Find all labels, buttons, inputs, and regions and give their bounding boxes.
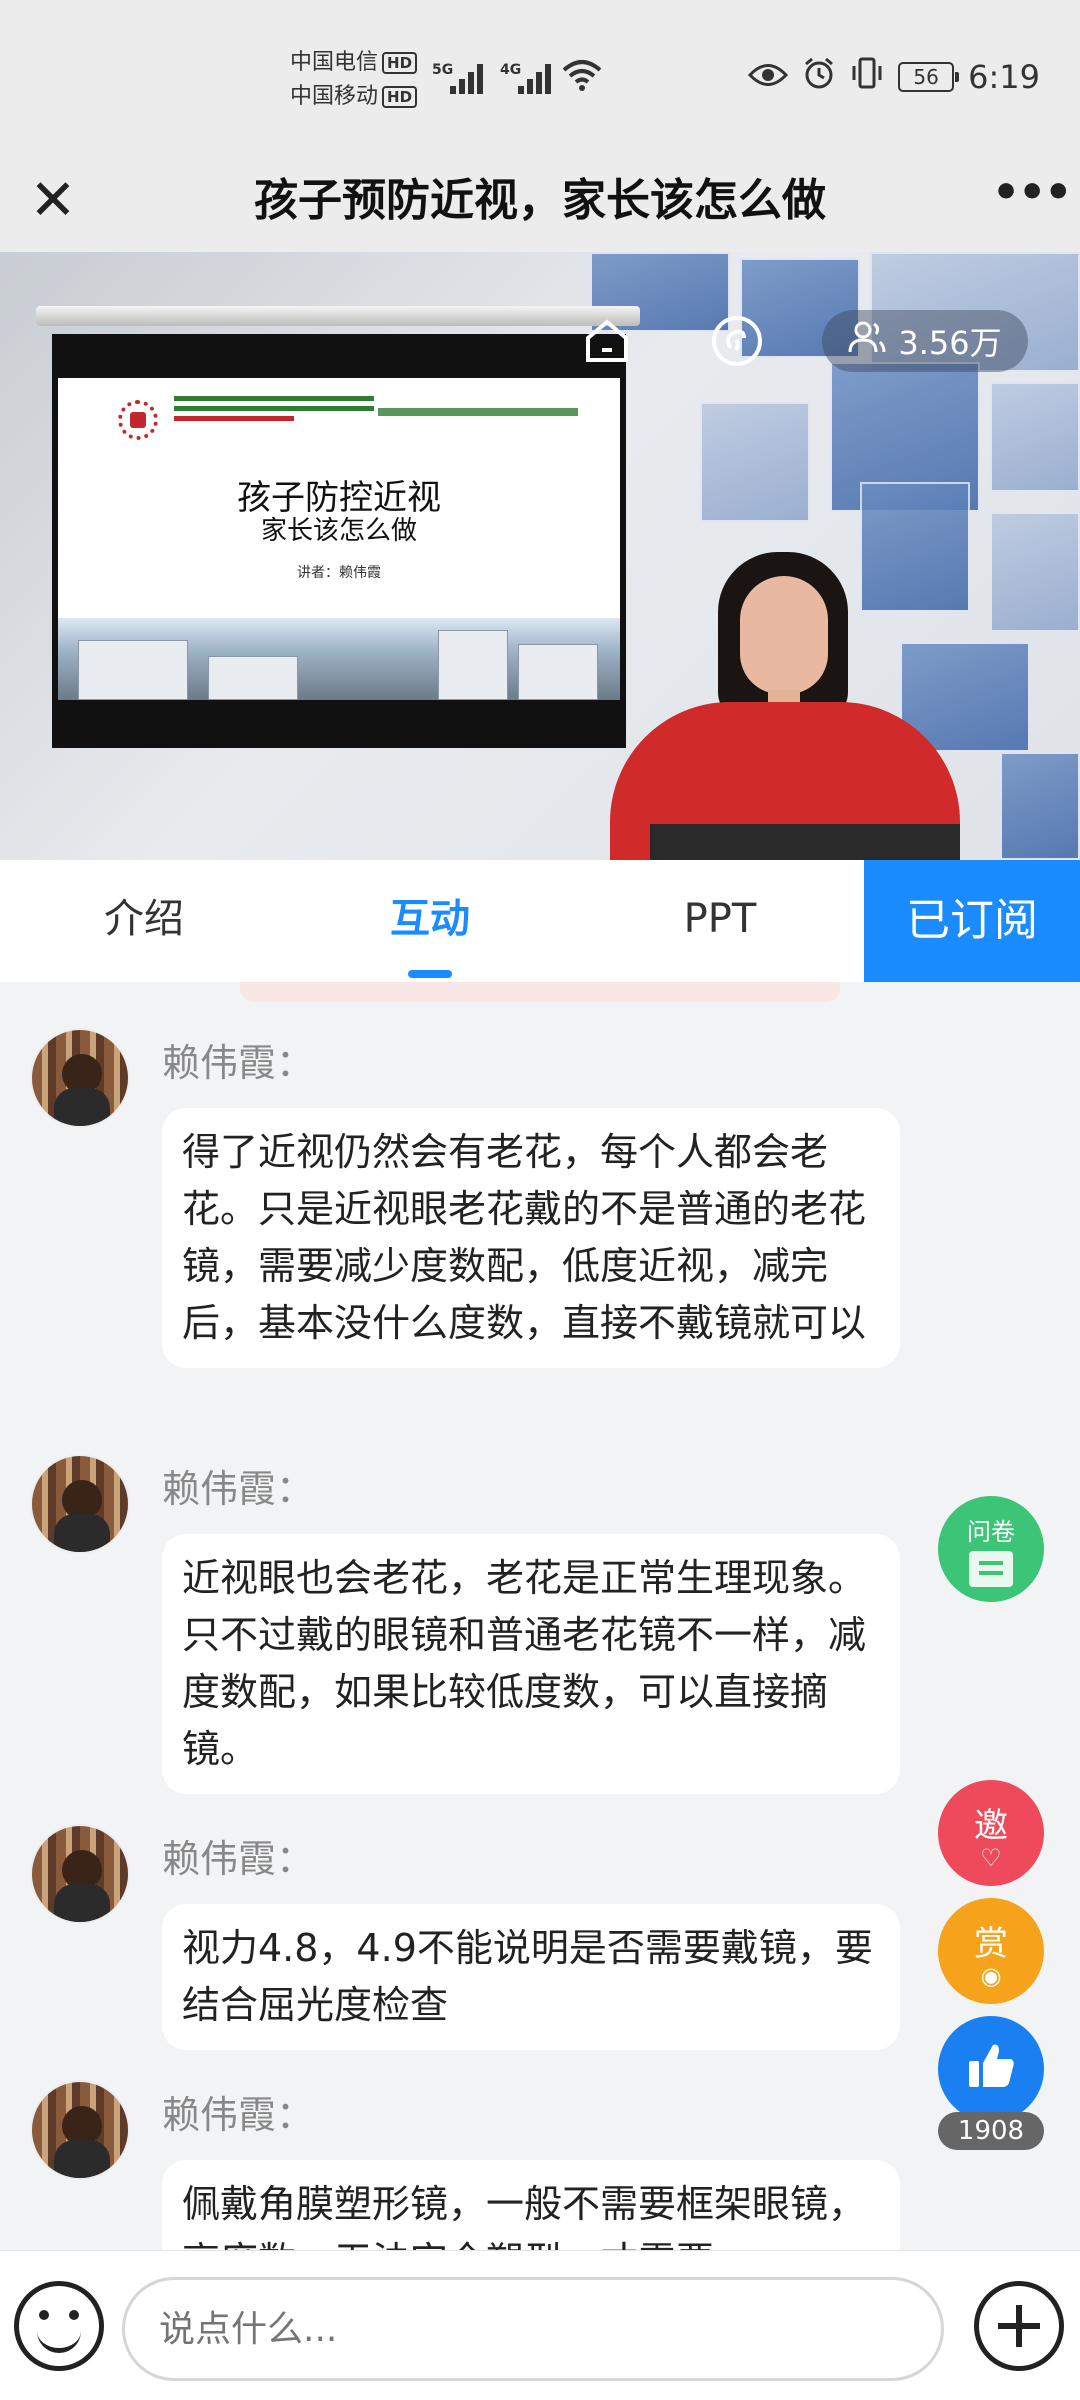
questionnaire-button[interactable]: 问卷: [938, 1496, 1044, 1602]
plus-icon[interactable]: [974, 2281, 1064, 2371]
tab-interaction[interactable]: 互动: [330, 860, 530, 982]
input-bar: [0, 2250, 1080, 2400]
wifi-icon: [562, 58, 602, 96]
more-options-icon[interactable]: •••: [992, 168, 1072, 234]
tab-intro[interactable]: 介绍: [44, 860, 244, 982]
signal-icon: [450, 60, 490, 94]
battery-icon: 56: [898, 62, 960, 92]
tab-ppt[interactable]: PPT: [620, 860, 820, 982]
clock-time: 6:19: [968, 58, 1040, 96]
message-bubble: 佩戴角膜塑形镜，一般不需要框架眼镜，高度数，无法完全塑型，才需要: [162, 2160, 900, 2250]
sender-name: 赖伟霞：: [162, 2093, 315, 2137]
carrier-info: 中国电信 HD 中国移动 HD: [290, 46, 418, 114]
title-bar: ✕ 孩子预防近视，家长该怎么做 •••: [0, 150, 1080, 252]
message-input[interactable]: [122, 2277, 944, 2381]
hd-badge: HD: [382, 52, 418, 74]
reward-button[interactable]: 赏 ◉: [938, 1898, 1044, 2004]
presentation-slide: 孩子防控近视 家长该怎么做 讲者：赖伟霞: [58, 378, 620, 700]
vibrate-icon: [850, 56, 884, 98]
podium: [650, 824, 960, 860]
live-stream-icon[interactable]: [706, 310, 768, 372]
projector-screen-bar: [36, 306, 640, 326]
viewer-count: 3.56万: [822, 310, 1028, 372]
like-count: 1908: [938, 2112, 1044, 2150]
hospital-logo: [118, 400, 158, 440]
avatar[interactable]: [30, 1028, 130, 1128]
eye-icon: [748, 58, 789, 96]
message-bubble: 得了近视仍然会有老花，每个人都会老花。只是近视眼老花戴的不是普通的老花镜，需要减…: [162, 1108, 900, 1368]
active-tab-indicator: [408, 970, 452, 978]
page-title: 孩子预防近视，家长该怎么做: [254, 175, 826, 226]
thumbs-up-icon: [963, 2037, 1019, 2102]
sender-name: 赖伟霞：: [162, 1041, 315, 1085]
hd-badge: HD: [382, 86, 418, 108]
invite-label: 邀: [974, 1805, 1008, 1846]
questionnaire-label: 问卷: [967, 1517, 1015, 1546]
carrier-telecom: 中国电信: [290, 50, 379, 75]
close-icon[interactable]: ✕: [20, 168, 86, 234]
avatar[interactable]: [30, 1824, 130, 1924]
clipboard-icon: [969, 1550, 1013, 1587]
carrier-mobile: 中国移动: [290, 84, 379, 109]
hospital-motto-graphic: [378, 408, 578, 416]
projector-screen: 孩子防控近视 家长该怎么做 讲者：赖伟霞: [52, 334, 626, 748]
reward-label: 赏: [974, 1923, 1008, 1964]
sender-name: 赖伟霞：: [162, 1467, 315, 1511]
message-bubble: 视力4.8，4.9不能说明是否需要戴镜，要结合屈光度检查: [162, 1904, 900, 2050]
subscribed-button[interactable]: 已订阅: [864, 860, 1080, 982]
sender-name: 赖伟霞：: [162, 1837, 315, 1881]
heart-envelope-icon: ♡: [980, 1843, 1002, 1872]
hospital-photo: [58, 618, 620, 700]
viewer-count-value: 3.56万: [898, 324, 1002, 362]
hospital-name-graphic: [174, 396, 374, 426]
slide-author: 讲者：赖伟霞: [297, 565, 381, 581]
emoji-icon[interactable]: [14, 2281, 104, 2371]
avatar[interactable]: [30, 1454, 130, 1554]
chat-feed[interactable]: 赖伟霞： 得了近视仍然会有老花，每个人都会老花。只是近视眼老花戴的不是普通的老花…: [0, 982, 1080, 2250]
notice-banner: [240, 982, 840, 1002]
home-icon[interactable]: [576, 310, 638, 372]
like-button[interactable]: [938, 2016, 1044, 2122]
tab-bar: 介绍 互动 PPT 已订阅: [0, 860, 1080, 982]
slide-subtitle: 家长该怎么做: [260, 516, 417, 546]
presenter: [600, 552, 970, 860]
people-icon: [848, 320, 886, 362]
avatar[interactable]: [30, 2080, 130, 2180]
signal-icon: [518, 60, 558, 94]
alarm-icon: [802, 56, 836, 98]
invite-button[interactable]: 邀 ♡: [938, 1780, 1044, 1886]
video-player[interactable]: 孩子防控近视 家长该怎么做 讲者：赖伟霞 3.56万: [0, 252, 1080, 860]
coin-icon: ◉: [980, 1961, 1002, 1990]
status-bar: 中国电信 HD 中国移动 HD 5G 4G 56 6:19: [0, 0, 1080, 150]
message-bubble: 近视眼也会老花，老花是正常生理现象。只不过戴的眼镜和普通老花镜不一样，减度数配，…: [162, 1534, 900, 1794]
